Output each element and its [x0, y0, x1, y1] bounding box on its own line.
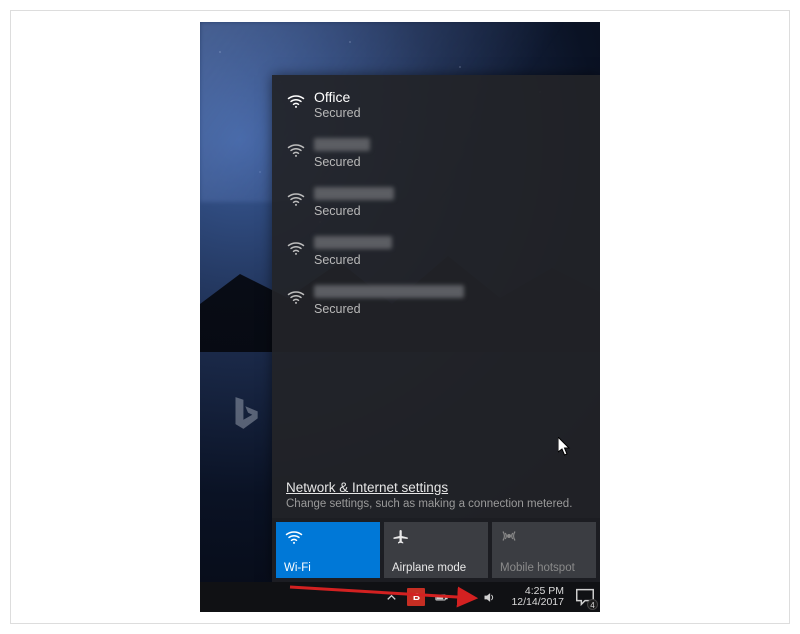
- taskbar-clock[interactable]: 4:25 PM 12/14/2017: [511, 586, 564, 608]
- tray-app-icon[interactable]: B: [407, 588, 425, 606]
- network-status: Secured: [314, 106, 586, 120]
- network-item[interactable]: Secured: [272, 228, 600, 277]
- action-center-badge: 4: [587, 599, 598, 610]
- wifi-icon: [284, 527, 372, 547]
- wifi-icon: [286, 187, 314, 212]
- network-settings-sub: Change settings, such as making a connec…: [286, 498, 586, 510]
- network-name: [314, 138, 586, 154]
- network-list: OfficeSecured Secured Secured Secured Se…: [272, 75, 600, 480]
- network-status: Secured: [314, 204, 586, 218]
- network-item[interactable]: OfficeSecured: [272, 81, 600, 130]
- tile-wifi[interactable]: Wi-Fi: [276, 522, 380, 578]
- network-name: [314, 187, 586, 203]
- network-item[interactable]: Secured: [272, 179, 600, 228]
- hotspot-icon: [500, 527, 588, 547]
- network-status: Secured: [314, 302, 586, 316]
- bing-logo: [226, 394, 264, 437]
- network-status: Secured: [314, 253, 586, 267]
- volume-icon[interactable]: [481, 589, 497, 605]
- tile-airplane[interactable]: Airplane mode: [384, 522, 488, 578]
- tile-label: Mobile hotspot: [500, 562, 588, 574]
- quick-action-tiles: Wi-Fi Airplane mode Mobile hotspot: [272, 518, 600, 582]
- taskbar: B 4:25 PM 12/14/2017 4: [200, 582, 600, 612]
- tile-label: Wi-Fi: [284, 562, 372, 574]
- tile-hotspot: Mobile hotspot: [492, 522, 596, 578]
- network-name: Office: [314, 89, 586, 105]
- network-status: Secured: [314, 155, 586, 169]
- clock-date: 12/14/2017: [511, 597, 564, 608]
- wifi-icon: [286, 138, 314, 163]
- wifi-flyout: OfficeSecured Secured Secured Secured Se…: [272, 75, 600, 582]
- wifi-icon: [286, 236, 314, 261]
- network-settings-link[interactable]: Network & Internet settings: [286, 480, 448, 495]
- battery-icon[interactable]: [433, 589, 449, 605]
- network-settings-section: Network & Internet settings Change setti…: [272, 480, 600, 518]
- network-item[interactable]: Secured: [272, 277, 600, 326]
- action-center-button[interactable]: 4: [574, 586, 596, 608]
- wifi-icon[interactable]: [457, 589, 473, 605]
- tile-label: Airplane mode: [392, 562, 480, 574]
- wifi-icon: [286, 89, 314, 114]
- airplane-icon: [392, 527, 480, 547]
- desktop-screenshot: OfficeSecured Secured Secured Secured Se…: [200, 22, 600, 612]
- wifi-icon: [286, 285, 314, 310]
- show-hidden-icons-icon[interactable]: [383, 589, 399, 605]
- system-tray: B: [379, 588, 501, 606]
- network-item[interactable]: Secured: [272, 130, 600, 179]
- network-name: [314, 236, 586, 252]
- network-name: [314, 285, 586, 301]
